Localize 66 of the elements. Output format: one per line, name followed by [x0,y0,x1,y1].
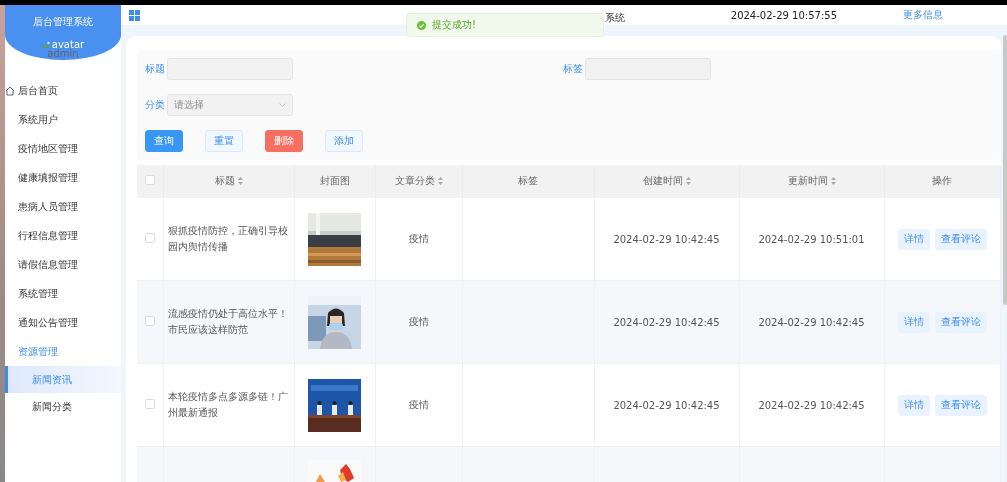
menu-item[interactable]: 系统用户 [5,105,121,134]
menu-item[interactable]: 疫情地区管理 [5,134,121,163]
sort-icon[interactable] [685,177,691,185]
broken-image-icon [41,40,51,49]
field-label: 标签 [563,62,584,76]
action-button[interactable]: 重置 [205,130,243,152]
more-info-link[interactable]: 更多信息 [903,8,943,22]
menu-item[interactable]: 系统管理 [5,279,121,308]
action-button[interactable]: 添加 [325,130,363,152]
column-header: 封面图 [319,175,350,186]
table-cell: 2024-02-29 10:51:01 [758,233,865,245]
page-title: 系统 [605,11,625,25]
datetime: 2024-02-29 10:57:55 [730,9,837,21]
row-checkbox[interactable] [144,316,155,326]
check-circle-icon [417,20,426,30]
table-cell: 疫情 [408,316,429,327]
menu-item[interactable]: 行程信息管理 [5,221,121,250]
view-comments-button[interactable]: 查看评论 [934,394,987,416]
sort-icon[interactable] [437,177,443,185]
view-comments-button[interactable]: 查看评论 [934,311,987,333]
delete-button[interactable]: 删除 [265,130,303,152]
menu-item[interactable]: 患病人员管理 [5,192,121,221]
table-cell: 疫情 [408,233,429,244]
table-cell: 2024-02-29 10:42:45 [613,399,720,411]
scrollbar[interactable] [1003,35,1007,305]
details-button[interactable]: 详情 [897,228,930,250]
select-all-checkbox[interactable] [144,175,155,185]
column-header: 更新时间 [787,175,828,186]
column-header: 文章分类 [394,175,435,186]
search-button[interactable]: 查询 [145,130,183,152]
submenu-item[interactable]: 新闻资讯 [5,366,121,393]
table-cell: 2024-02-29 10:42:45 [758,316,865,328]
table-cell: 疫情 [408,399,429,410]
table-cell: 2024-02-29 10:42:45 [613,316,720,328]
chevron-down-icon [279,103,286,107]
row-checkbox[interactable] [144,233,155,243]
column-header: 操作 [932,175,952,186]
sort-icon[interactable] [830,177,836,185]
column-header: 标题 [214,175,235,186]
menu-item[interactable]: 资源管理 [5,337,121,366]
menu-item[interactable]: 通知公告管理 [5,308,121,337]
details-button[interactable]: 详情 [897,311,930,333]
details-button[interactable]: 详情 [897,394,930,416]
sort-icon[interactable] [237,177,243,185]
logo-title: 后台管理系统 [33,15,93,29]
menu-item[interactable]: 请假信息管理 [5,250,121,279]
column-header: 创建时间 [642,175,683,186]
field-label: 分类 [145,98,166,112]
toast-message: 提交成功! [432,18,476,32]
submenu-item[interactable]: 新闻分类 [5,393,121,420]
column-header: 标签 [518,175,538,186]
avatar-alt-text: avatar [51,39,85,50]
username: admin [47,48,79,59]
row-checkbox[interactable] [144,399,155,409]
table-cell: 2024-02-29 10:42:45 [613,233,720,245]
table-cell: 狠抓疫情防控，正确引导校园内舆情传播 [167,225,288,252]
category-select[interactable]: 请选择 [167,94,293,116]
table-cell: 2024-02-29 10:42:45 [758,399,865,411]
table-cell: 流感疫情仍处于高位水平！市民应该这样防范 [167,308,288,335]
menu-item[interactable]: 健康填报管理 [5,163,121,192]
view-comments-button[interactable]: 查看评论 [934,228,987,250]
home-icon [5,85,15,96]
menu-item[interactable]: 后台首页 [5,76,121,105]
grid-icon[interactable] [129,9,140,21]
field-label: 标题 [145,62,166,76]
table-cell: 本轮疫情多点多源多链！广州最新通报 [167,391,288,418]
